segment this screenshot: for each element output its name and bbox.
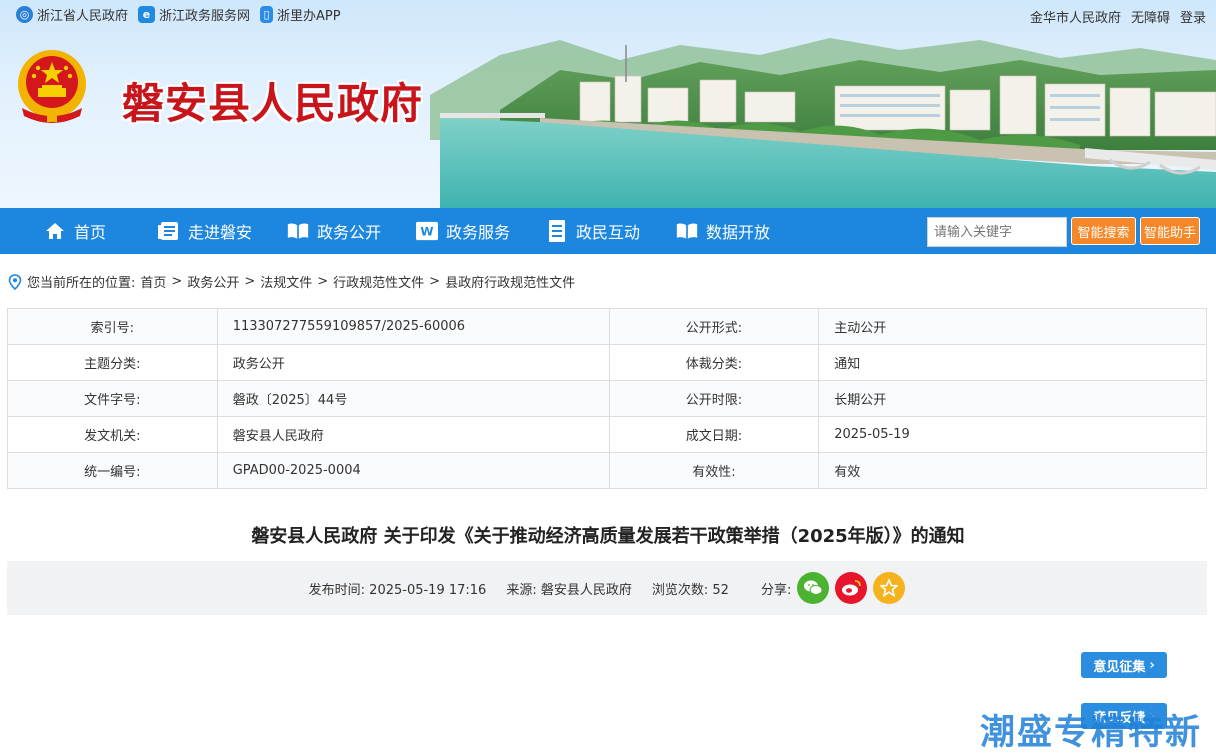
- meta-label: 公开形式:: [608, 308, 820, 345]
- link-login[interactable]: 登录: [1180, 7, 1206, 26]
- breadcrumb-gov-open[interactable]: 政务公开: [187, 272, 239, 291]
- breadcrumb-admin-normative[interactable]: 行政规范性文件: [333, 272, 424, 291]
- weibo-share-icon[interactable]: [835, 572, 868, 604]
- chevron-right-icon: ›: [1149, 657, 1155, 673]
- breadcrumb-prefix: 您当前所在的位置:: [27, 276, 136, 291]
- breadcrumb: 您当前所在的位置: 首页 > 政务公开 > 法规文件 > 行政规范性文件 > 县…: [8, 272, 575, 291]
- meta-label: 有效性:: [608, 452, 820, 489]
- national-emblem-icon: [18, 50, 86, 123]
- zj-service-icon: e: [138, 6, 156, 23]
- article-info-bar: 发布时间: 2025-05-19 17:16 来源: 磐安县人民政府 浏览次数:…: [7, 561, 1207, 615]
- location-pin-icon: [8, 273, 22, 290]
- link-accessibility[interactable]: 无障碍: [1131, 7, 1170, 26]
- table-row: 发文机关: 磐安县人民政府 成文日期: 2025-05-19: [7, 416, 1207, 453]
- breadcrumb-separator: >: [317, 274, 329, 289]
- meta-value: 2025-05-19: [818, 416, 1207, 453]
- document-meta-table: 索引号: 113307277559109857/2025-60006 公开形式:…: [7, 308, 1207, 489]
- breadcrumb-separator: >: [244, 274, 256, 289]
- opinion-collect-button[interactable]: 意见征集 ›: [1081, 652, 1167, 678]
- zhejiang-gov-icon: ◎: [16, 6, 33, 23]
- svg-text:W: W: [420, 225, 433, 239]
- link-jinhua-gov[interactable]: 金华市人民政府: [1030, 7, 1121, 26]
- document-list-icon: [158, 220, 180, 242]
- data-book-icon: [676, 220, 698, 242]
- nav-item-interaction[interactable]: 政民互动: [546, 208, 640, 254]
- meta-label: 体裁分类:: [608, 344, 820, 381]
- top-links: ◎ 浙江省人民政府 e 浙江政务服务网 ▯ 浙里办APP: [16, 5, 341, 24]
- meta-label: 文件字号:: [7, 380, 218, 417]
- article-source: 来源: 磐安县人民政府: [506, 582, 632, 598]
- nav-item-gov-service[interactable]: W 政务服务: [416, 208, 510, 254]
- header-banner: ◎ 浙江省人民政府 e 浙江政务服务网 ▯ 浙里办APP 金华市人民政府 无障碍…: [0, 0, 1216, 208]
- w-badge-icon: W: [416, 220, 438, 242]
- site-title: 磐安县人民政府: [122, 79, 424, 128]
- meta-value: 磐政〔2025〕44号: [216, 380, 610, 417]
- meta-value: GPAD00-2025-0004: [216, 452, 610, 489]
- meta-label: 统一编号:: [7, 452, 218, 489]
- meta-value: 长期公开: [818, 380, 1207, 417]
- table-row: 统一编号: GPAD00-2025-0004 有效性: 有效: [7, 452, 1207, 489]
- smart-search-button[interactable]: 智能搜索: [1071, 217, 1136, 245]
- top-link-zhejiang-gov[interactable]: ◎ 浙江省人民政府: [16, 5, 128, 24]
- smart-assistant-button[interactable]: 智能助手: [1140, 217, 1200, 245]
- breadcrumb-home[interactable]: 首页: [140, 272, 166, 291]
- table-row: 索引号: 113307277559109857/2025-60006 公开形式:…: [7, 308, 1207, 345]
- open-book-icon: [287, 220, 309, 242]
- right-links: 金华市人民政府 无障碍 登录: [1030, 7, 1206, 26]
- meta-label: 成文日期:: [608, 416, 820, 453]
- search-input[interactable]: [927, 217, 1067, 247]
- meta-value: 主动公开: [818, 308, 1207, 345]
- home-icon: [44, 220, 66, 242]
- breadcrumb-separator: >: [171, 274, 183, 289]
- breadcrumb-regulations[interactable]: 法规文件: [260, 272, 312, 291]
- nav-item-gov-open[interactable]: 政务公开: [287, 208, 381, 254]
- wechat-share-icon[interactable]: [797, 572, 830, 604]
- mobile-app-icon: ▯: [260, 6, 274, 23]
- nav-item-home[interactable]: 首页: [44, 208, 106, 254]
- publish-time: 发布时间: 2025-05-19 17:16: [308, 582, 487, 598]
- meta-label: 索引号:: [7, 308, 218, 345]
- share-label: 分享:: [760, 582, 792, 598]
- view-count: 浏览次数: 52: [651, 582, 729, 598]
- top-link-app[interactable]: ▯ 浙里办APP: [260, 5, 341, 24]
- table-row: 主题分类: 政务公开 体裁分类: 通知: [7, 344, 1207, 381]
- article-title: 磐安县人民政府 关于印发《关于推动经济高质量发展若干政策举措（2025年版）》的…: [251, 526, 965, 547]
- nav-item-about[interactable]: 走进磐安: [158, 208, 252, 254]
- breadcrumb-separator: >: [429, 274, 441, 289]
- meta-value: 政务公开: [216, 344, 610, 381]
- meta-value: 有效: [818, 452, 1207, 489]
- top-link-zj-service[interactable]: e 浙江政务服务网: [138, 5, 250, 24]
- breadcrumb-county-normative[interactable]: 县政府行政规范性文件: [445, 272, 575, 291]
- meta-label: 主题分类:: [7, 344, 218, 381]
- meta-label: 发文机关:: [7, 416, 218, 453]
- meta-value: 通知: [818, 344, 1207, 381]
- watermark-text: 潮盛专精特新: [980, 713, 1203, 753]
- meta-value: 磐安县人民政府: [216, 416, 610, 453]
- nav-item-data-open[interactable]: 数据开放: [676, 208, 770, 254]
- meta-label: 公开时限:: [608, 380, 820, 417]
- notebook-icon: [546, 220, 568, 242]
- favorite-star-icon[interactable]: [873, 572, 906, 604]
- table-row: 文件字号: 磐政〔2025〕44号 公开时限: 长期公开: [7, 380, 1207, 417]
- share-group: 分享:: [760, 572, 906, 604]
- meta-value: 113307277559109857/2025-60006: [216, 308, 610, 345]
